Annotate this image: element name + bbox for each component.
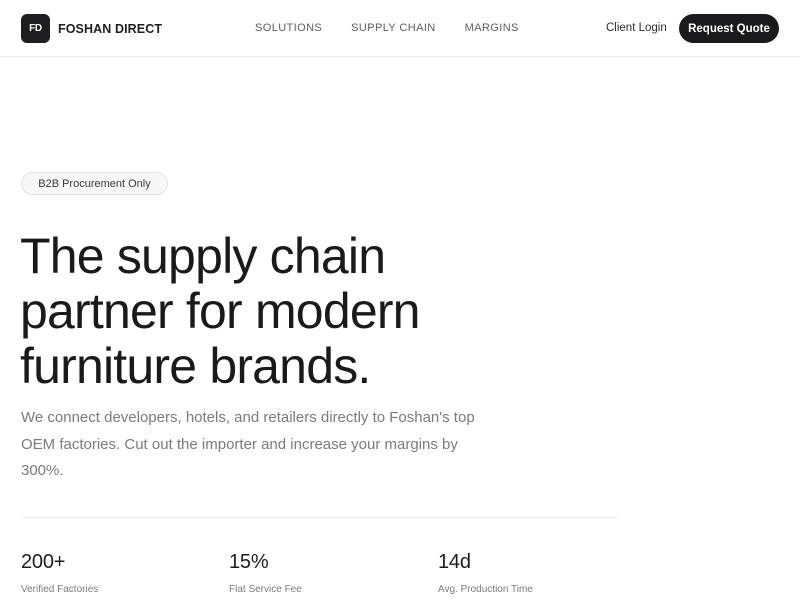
stat-production-time: 14d Avg. Production Time <box>438 551 533 595</box>
stat-label: Verified Factories <box>21 584 99 595</box>
hero-subtitle: We connect developers, hotels, and retai… <box>21 409 475 479</box>
nav-link-supply-chain[interactable]: SUPPLY CHAIN <box>351 22 435 34</box>
main-nav: SOLUTIONS SUPPLY CHAIN MARGINS <box>255 22 548 34</box>
logo-mark: FD <box>21 14 50 43</box>
brand-name: FOSHAN DIRECT <box>58 21 163 36</box>
stat-value: 14d <box>438 551 471 573</box>
hero-title-line: The supply chain <box>20 228 386 284</box>
hero-title-line: furniture brands. <box>20 338 371 394</box>
client-login-link[interactable]: Client Login <box>606 22 667 34</box>
landing-page: FD FOSHAN DIRECT SOLUTIONS SUPPLY CHAIN … <box>0 0 800 600</box>
stat-value: 15% <box>229 551 269 573</box>
stat-value: 200+ <box>21 551 66 573</box>
stat-label: Avg. Production Time <box>438 584 533 595</box>
stat-service-fee: 15% Flat Service Fee <box>229 551 302 595</box>
nav-link-solutions[interactable]: SOLUTIONS <box>255 22 322 34</box>
procurement-badge: B2B Procurement Only <box>21 172 168 195</box>
site-header: FD FOSHAN DIRECT SOLUTIONS SUPPLY CHAIN … <box>0 0 800 57</box>
brand-logo-link[interactable]: FD FOSHAN DIRECT <box>21 14 162 43</box>
hero-title: The supply chain partner for modern furn… <box>20 229 540 394</box>
nav-link-margins[interactable]: MARGINS <box>465 22 519 34</box>
request-quote-button[interactable]: Request Quote <box>679 14 779 43</box>
hero-title-line: partner for modern <box>20 283 420 339</box>
stat-verified-factories: 200+ Verified Factories <box>21 551 98 595</box>
stats-divider <box>21 517 619 518</box>
stat-label: Flat Service Fee <box>229 584 302 595</box>
